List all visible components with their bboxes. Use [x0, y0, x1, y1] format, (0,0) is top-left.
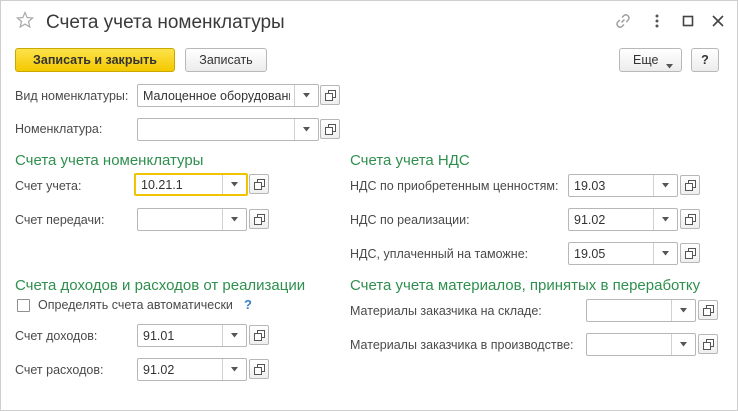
more-menu-button[interactable]: Еще: [619, 48, 682, 72]
open-icon[interactable]: [249, 325, 269, 345]
dropdown-arrow-icon[interactable]: [653, 243, 677, 264]
help-button[interactable]: ?: [691, 48, 719, 72]
expense-label: Счет расходов:: [15, 363, 104, 377]
dropdown-arrow-icon[interactable]: [653, 209, 677, 230]
dropdown-arrow-icon[interactable]: [222, 175, 246, 194]
item-accounts-heading: Счета учета номенклатуры: [15, 152, 204, 169]
open-icon[interactable]: [680, 209, 700, 229]
dropdown-arrow-icon[interactable]: [222, 359, 246, 380]
income-select[interactable]: 91.01: [137, 324, 247, 347]
more-menu-label: Еще: [633, 53, 659, 67]
window-title: Счета учета номенклатуры: [46, 12, 285, 33]
item-label: Номенклатура:: [15, 122, 103, 136]
account-value: 10.21.1: [141, 178, 183, 192]
open-icon[interactable]: [680, 243, 700, 263]
vat-customs-value: 19.05: [574, 247, 606, 261]
dropdown-arrow-icon[interactable]: [222, 209, 246, 230]
materials-warehouse-label: Материалы заказчика на складе:: [350, 304, 542, 318]
auto-accounts-checkbox[interactable]: [17, 299, 30, 312]
vat-sales-select[interactable]: 91.02: [568, 208, 678, 231]
save-button[interactable]: Записать: [185, 48, 267, 72]
open-icon[interactable]: [320, 85, 340, 105]
materials-production-label: Материалы заказчика в производстве:: [350, 338, 574, 352]
dropdown-arrow-icon[interactable]: [671, 334, 695, 355]
open-icon[interactable]: [249, 174, 269, 194]
kind-value: Малоценное оборудование: [143, 89, 290, 103]
dropdown-arrow-icon[interactable]: [294, 85, 318, 106]
kind-label: Вид номенклатуры:: [15, 89, 129, 103]
vat-purchased-select[interactable]: 19.03: [568, 174, 678, 197]
maximize-icon[interactable]: [680, 13, 696, 29]
income-label: Счет доходов:: [15, 329, 98, 343]
open-icon[interactable]: [249, 359, 269, 379]
kind-select[interactable]: Малоценное оборудование: [137, 84, 319, 107]
chevron-down-icon: [666, 58, 673, 72]
auto-accounts-label[interactable]: Определять счета автоматически: [38, 298, 233, 312]
auto-accounts-help-icon[interactable]: ?: [244, 297, 252, 312]
transfer-label: Счет передачи:: [15, 213, 105, 227]
income-accounts-heading: Счета доходов и расходов от реализации: [15, 277, 306, 294]
dropdown-arrow-icon[interactable]: [222, 325, 246, 346]
vat-purchased-value: 19.03: [574, 179, 606, 193]
expense-select[interactable]: 91.02: [137, 358, 247, 381]
account-label: Счет учета:: [15, 179, 82, 193]
open-icon[interactable]: [698, 334, 718, 354]
income-value: 91.01: [143, 329, 175, 343]
link-icon[interactable]: [615, 13, 631, 29]
dialog-window: Счета учета номенклатуры Записать и закр…: [0, 0, 738, 411]
vat-sales-value: 91.02: [574, 213, 606, 227]
save-and-close-button[interactable]: Записать и закрыть: [15, 48, 175, 72]
vat-purchased-label: НДС по приобретенным ценностям:: [350, 179, 559, 193]
account-select[interactable]: 10.21.1: [134, 173, 248, 196]
vat-customs-label: НДС, уплаченный на таможне:: [350, 247, 529, 261]
close-icon[interactable]: [710, 13, 726, 29]
materials-production-select[interactable]: [586, 333, 696, 356]
open-icon[interactable]: [698, 300, 718, 320]
dropdown-arrow-icon[interactable]: [671, 300, 695, 321]
vat-accounts-heading: Счета учета НДС: [350, 152, 470, 169]
open-icon[interactable]: [320, 119, 340, 139]
more-vert-icon[interactable]: [649, 13, 665, 29]
item-select[interactable]: [137, 118, 319, 141]
materials-accounts-heading: Счета учета материалов, принятых в перер…: [350, 277, 701, 294]
dropdown-arrow-icon[interactable]: [294, 119, 318, 140]
open-icon[interactable]: [680, 175, 700, 195]
transfer-select[interactable]: [137, 208, 247, 231]
vat-sales-label: НДС по реализации:: [350, 213, 470, 227]
vat-customs-select[interactable]: 19.05: [568, 242, 678, 265]
dropdown-arrow-icon[interactable]: [653, 175, 677, 196]
materials-warehouse-select[interactable]: [586, 299, 696, 322]
star-icon[interactable]: [15, 10, 35, 29]
open-icon[interactable]: [249, 209, 269, 229]
expense-value: 91.02: [143, 363, 175, 377]
